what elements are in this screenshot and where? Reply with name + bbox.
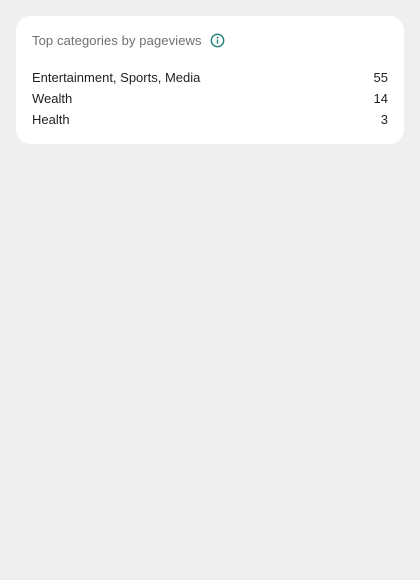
category-list: Entertainment, Sports, Media 55 Wealth 1…	[32, 67, 388, 130]
category-label: Entertainment, Sports, Media	[32, 70, 201, 85]
category-label: Wealth	[32, 91, 73, 106]
card-title: Top categories by pageviews	[32, 32, 202, 48]
list-item: Health 3	[32, 109, 388, 130]
info-icon[interactable]	[210, 32, 226, 48]
list-item: Wealth 14	[32, 88, 388, 109]
pageview-count: 3	[380, 112, 388, 127]
pageview-count: 14	[373, 91, 388, 106]
top-categories-card: Top categories by pageviews Entertainmen…	[16, 16, 404, 144]
pageview-count: 55	[373, 70, 388, 85]
category-label: Health	[32, 112, 70, 127]
card-header: Top categories by pageviews	[32, 32, 388, 48]
list-item: Entertainment, Sports, Media 55	[32, 67, 388, 88]
